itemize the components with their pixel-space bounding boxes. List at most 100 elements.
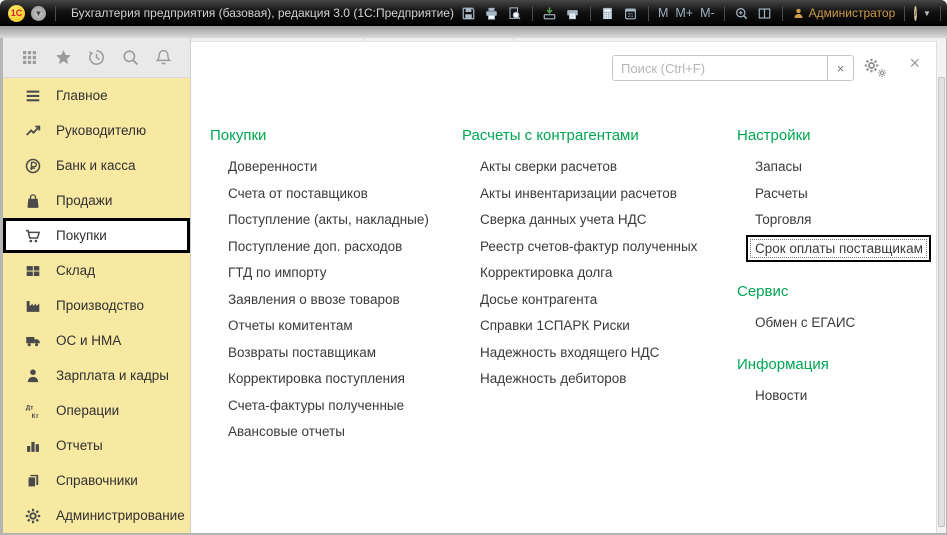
- spravochniki-icon: [24, 472, 42, 490]
- search-input[interactable]: [613, 56, 827, 80]
- vertical-scrollbar[interactable]: [936, 41, 946, 533]
- system-menu-button[interactable]: ▼: [31, 6, 46, 21]
- command-link[interactable]: Досье контрагента: [462, 287, 717, 314]
- bank-i-kassa-icon: [24, 157, 42, 175]
- command-link[interactable]: Акты сверки расчетов: [462, 154, 717, 181]
- section-header: Информация: [737, 355, 946, 374]
- separator: [724, 6, 725, 21]
- sidebar-item-label: Продажи: [56, 193, 112, 208]
- separator: [648, 6, 649, 21]
- settings-gears-button[interactable]: [863, 57, 889, 81]
- command-link[interactable]: Сверка данных учета НДС: [462, 207, 717, 234]
- pokupki-icon: [24, 227, 42, 245]
- command-link[interactable]: Новости: [737, 383, 946, 410]
- separator: [904, 6, 905, 21]
- sklad-icon: [24, 262, 42, 280]
- command-link[interactable]: Счета-фактуры полученные: [210, 393, 465, 420]
- info-button[interactable]: i: [914, 6, 917, 21]
- command-link[interactable]: Отчеты комитентам: [210, 313, 465, 340]
- separator: [55, 6, 56, 21]
- search-icon[interactable]: [121, 48, 140, 67]
- sidebar-item-bank-i-kassa[interactable]: Банк и касса: [3, 148, 190, 183]
- proizvodstvo-icon: [24, 297, 42, 315]
- command-link[interactable]: Расчеты: [737, 181, 946, 208]
- favorites-star-icon[interactable]: [54, 48, 73, 67]
- glavnoe-icon: [24, 87, 42, 105]
- command-link[interactable]: ГТД по импорту: [210, 260, 465, 287]
- operatsii-icon: [24, 402, 42, 420]
- save-icon[interactable]: [460, 4, 478, 22]
- tab-divider: [513, 38, 514, 41]
- notifications-bell-icon[interactable]: [154, 48, 173, 67]
- sidebar-item-sklad[interactable]: Склад: [3, 253, 190, 288]
- sections-sidebar: Главное Руководителю Банк и касса Продажи По…: [3, 78, 190, 533]
- command-link[interactable]: Поступление доп. расходов: [210, 234, 465, 261]
- memory-add-button[interactable]: M+: [674, 6, 694, 20]
- sidebar-item-otchety[interactable]: Отчеты: [3, 428, 190, 463]
- sidebar-item-os-i-nma[interactable]: ОС и НМА: [3, 323, 190, 358]
- sidebar-item-operatsii[interactable]: Операции: [3, 393, 190, 428]
- sidebar-item-label: Операции: [56, 403, 119, 418]
- sidebar-item-label: Руководителю: [56, 123, 146, 138]
- sidebar-item-label: Зарплата и кадры: [56, 368, 169, 383]
- sidebar-item-spravochniki[interactable]: Справочники: [3, 463, 190, 498]
- command-link[interactable]: Корректировка поступления: [210, 366, 465, 393]
- sidebar-item-prodazhi[interactable]: Продажи: [3, 183, 190, 218]
- section-header: Настройки: [737, 126, 946, 145]
- command-link[interactable]: Торговля: [737, 207, 946, 234]
- calendar-icon[interactable]: [622, 4, 640, 22]
- separator: [590, 6, 591, 21]
- command-link[interactable]: Поступление (акты, накладные): [210, 207, 465, 234]
- panel-column: Расчеты с контрагентами Акты сверки расче…: [462, 126, 717, 393]
- panel-close-button[interactable]: ×: [909, 54, 920, 72]
- current-user-label: Администратор: [809, 6, 896, 20]
- rukovoditelyu-icon: [24, 122, 42, 140]
- command-link[interactable]: Авансовые отчеты: [210, 419, 465, 446]
- memory-recall-button[interactable]: M: [657, 6, 669, 20]
- command-link[interactable]: Надежность входящего НДС: [462, 340, 717, 367]
- print-documents-icon[interactable]: [564, 4, 582, 22]
- command-link[interactable]: Обмен с ЕГАИС: [737, 310, 946, 337]
- command-link[interactable]: Счета от поставщиков: [210, 181, 465, 208]
- section-header: Покупки: [210, 126, 465, 145]
- section-header: Расчеты с контрагентами: [462, 126, 717, 145]
- command-link[interactable]: Доверенности: [210, 154, 465, 181]
- sidebar-item-proizvodstvo[interactable]: Производство: [3, 288, 190, 323]
- split-window-icon[interactable]: [756, 4, 774, 22]
- panel-column: Настройки ЗапасыРасчетыТорговляСрок оплат…: [737, 126, 946, 410]
- content-panel: × × Покупки ДоверенностиСчета от поставщи…: [190, 38, 946, 533]
- calculator-icon[interactable]: [599, 4, 617, 22]
- data-import-icon[interactable]: [541, 4, 559, 22]
- command-link[interactable]: Запасы: [737, 154, 946, 181]
- prodazhi-icon: [24, 192, 42, 210]
- sidebar-item-glavnoe[interactable]: Главное: [3, 78, 190, 113]
- scrollbar-thumb[interactable]: [938, 77, 945, 527]
- command-link[interactable]: Срок оплаты поставщикам: [746, 235, 931, 262]
- zoom-icon[interactable]: [733, 4, 751, 22]
- command-link[interactable]: Возвраты поставщикам: [210, 340, 465, 367]
- print-preview-icon[interactable]: [506, 4, 524, 22]
- command-link[interactable]: Корректировка долга: [462, 260, 717, 287]
- sidebar-item-label: Администрирование: [56, 508, 185, 523]
- sidebar-item-administrirovanie[interactable]: Администрирование: [3, 498, 190, 533]
- sidebar-item-pokupki[interactable]: Покупки: [3, 218, 190, 253]
- sidebar-item-rukovoditelyu[interactable]: Руководителю: [3, 113, 190, 148]
- current-user-button[interactable]: Администратор: [792, 6, 896, 20]
- quick-nav-strip: [3, 38, 190, 78]
- print-icon[interactable]: [483, 4, 501, 22]
- sidebar-item-zarplata-i-kadry[interactable]: Зарплата и кадры: [3, 358, 190, 393]
- command-link[interactable]: Реестр счетов-фактур полученных: [462, 234, 717, 261]
- user-icon: [792, 7, 805, 20]
- sidebar-item-label: Справочники: [56, 473, 138, 488]
- command-link[interactable]: Надежность дебиторов: [462, 366, 717, 393]
- command-link[interactable]: Заявления о ввозе товаров: [210, 287, 465, 314]
- search-clear-button[interactable]: ×: [827, 56, 853, 80]
- command-link[interactable]: Акты инвентаризации расчетов: [462, 181, 717, 208]
- sidebar-item-label: Покупки: [56, 228, 107, 243]
- history-icon[interactable]: [87, 48, 106, 67]
- info-dropdown-arrow-icon[interactable]: ▼: [923, 9, 931, 18]
- command-link[interactable]: Справки 1СПАРК Риски: [462, 313, 717, 340]
- titlebar-tools: M M+ M-: [460, 4, 786, 22]
- apps-grid-icon[interactable]: [20, 48, 39, 67]
- memory-subtract-button[interactable]: M-: [699, 6, 716, 20]
